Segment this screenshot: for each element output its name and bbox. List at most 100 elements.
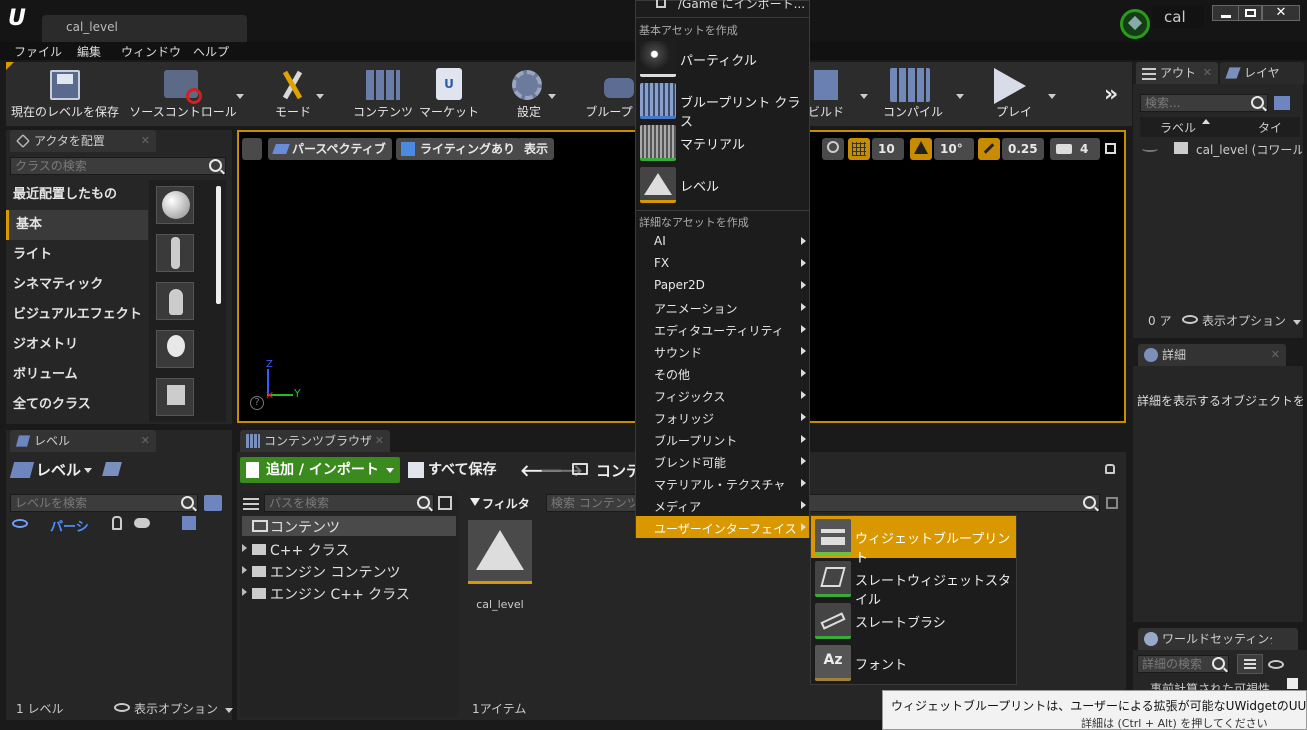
category-cinematic[interactable]: シネマティック xyxy=(6,270,148,300)
menu-item-12[interactable]: メディア xyxy=(636,494,809,516)
menu-item-blueprint-class[interactable]: ブループリント クラス xyxy=(636,80,809,130)
submenu-item-widget-blueprint[interactable]: ウィジェットブループリント xyxy=(811,516,1016,566)
close-icon[interactable]: ✕ xyxy=(141,430,150,452)
grid-snap-toggle[interactable] xyxy=(848,138,870,160)
filter-button[interactable]: フィルタ xyxy=(470,495,530,512)
submenu-item-font[interactable]: Az フォント xyxy=(811,642,1016,684)
viewport-options-button[interactable] xyxy=(242,138,262,160)
content-button[interactable]: コンテンツ xyxy=(352,64,414,124)
tab-place-actors[interactable]: アクタを配置 ✕ xyxy=(10,130,156,152)
expand-arrow-icon[interactable] xyxy=(242,566,247,574)
blueprint-button[interactable]: ブループ xyxy=(582,64,636,124)
tab-world-settings[interactable]: ワールドセッティング xyxy=(1138,628,1298,650)
menu-item-3[interactable]: アニメーション xyxy=(636,296,809,318)
tab-content-browser[interactable]: コンテンツブラウザ ✕ xyxy=(240,430,390,452)
source-control-status-icon[interactable] xyxy=(1120,9,1150,39)
save-level-button[interactable]: 現在のレベルを保存 xyxy=(10,64,120,124)
details-search-input[interactable]: 詳細の検索 xyxy=(1137,655,1229,673)
menu-item-10[interactable]: ブレンド可能 xyxy=(636,450,809,472)
menu-item-1[interactable]: FX xyxy=(636,252,809,274)
lock-icon[interactable] xyxy=(112,516,122,530)
menu-file[interactable]: ファイル xyxy=(14,43,62,60)
category-recent[interactable]: 最近配置したもの xyxy=(6,180,148,210)
level-search-input[interactable]: レベルを検索 xyxy=(10,494,198,512)
folder-cpp-classes[interactable]: C++ クラス xyxy=(242,539,456,559)
outliner-view-options[interactable]: 表示オプション xyxy=(1182,312,1301,329)
outliner-col-label[interactable]: ラベル xyxy=(1160,119,1196,136)
save-all-button[interactable]: すべて保存 xyxy=(404,457,504,483)
visibility-eye-icon[interactable] xyxy=(12,519,28,528)
path-breadcrumb[interactable]: コンテ xyxy=(572,460,641,481)
gamepad-icon[interactable] xyxy=(134,518,150,528)
menu-item-8[interactable]: フォリッジ xyxy=(636,406,809,428)
category-basic[interactable]: 基本 xyxy=(6,210,148,240)
outliner-col-type[interactable]: タイ xyxy=(1258,119,1282,136)
menu-item-material[interactable]: マテリアル xyxy=(636,122,809,164)
actor-item-character[interactable] xyxy=(156,234,194,272)
maximize-viewport-icon[interactable] xyxy=(1105,143,1116,154)
rotation-snap-value[interactable]: 10° xyxy=(934,138,974,160)
outliner-row-world[interactable]: cal_level (コワールト xyxy=(1140,140,1302,158)
submenu-item-slate-widget-style[interactable]: スレートウィジェットスタイル xyxy=(811,558,1016,608)
toolbar-overflow-icon[interactable]: » xyxy=(1104,82,1118,107)
actor-item-player-start[interactable] xyxy=(156,378,194,416)
class-search-input[interactable]: クラスの検索 xyxy=(10,157,226,175)
close-icon[interactable]: ✕ xyxy=(1271,344,1280,366)
menu-item-13[interactable]: ユーザーインターフェイス xyxy=(636,516,809,538)
expand-arrow-icon[interactable] xyxy=(242,544,247,552)
play-button[interactable]: プレイ xyxy=(984,64,1060,124)
scale-snap-toggle[interactable] xyxy=(978,138,1000,160)
folder-engine-content[interactable]: エンジン コンテンツ xyxy=(242,561,456,581)
menu-help[interactable]: ヘルプ xyxy=(193,43,229,60)
menu-item-2[interactable]: Paper2D xyxy=(636,274,809,296)
close-icon[interactable]: ✕ xyxy=(141,130,150,152)
settings-button[interactable]: 設定 xyxy=(500,64,558,124)
mode-button[interactable]: モード xyxy=(262,64,324,124)
scale-snap-value[interactable]: 0.25 xyxy=(1002,138,1044,160)
save-search-icon[interactable] xyxy=(1106,497,1118,509)
close-icon[interactable]: ✕ xyxy=(1203,62,1212,84)
tab-details[interactable]: 詳細 ✕ xyxy=(1138,344,1286,366)
visibility-eye-icon[interactable] xyxy=(1142,146,1158,152)
property-matrix-icon[interactable] xyxy=(1237,654,1263,674)
path-view-options-icon[interactable] xyxy=(438,496,452,510)
menu-item-7[interactable]: フィジックス xyxy=(636,384,809,406)
level-row[interactable]: パーシ xyxy=(10,514,222,535)
folder-engine-cpp[interactable]: エンジン C++ クラス xyxy=(242,583,456,603)
grid-snap-value[interactable]: 10 xyxy=(872,138,904,160)
menu-edit[interactable]: 編集 xyxy=(77,43,101,60)
asset-tile-cal-level[interactable] xyxy=(468,520,532,584)
close-icon[interactable]: ✕ xyxy=(375,430,384,452)
path-search-input[interactable]: パスを検索 xyxy=(264,494,434,512)
submenu-item-slate-brush[interactable]: スレートブラシ xyxy=(811,600,1016,642)
details-view-options-icon[interactable] xyxy=(1268,660,1284,669)
source-control-button[interactable]: ソースコントロール xyxy=(128,64,244,124)
category-lights[interactable]: ライト xyxy=(6,240,148,270)
category-all-classes[interactable]: 全てのクラス xyxy=(6,390,148,420)
folder-content[interactable]: コンテンツ xyxy=(242,516,456,536)
level-tab[interactable]: cal_level xyxy=(42,15,247,42)
minimize-button[interactable] xyxy=(1212,5,1240,21)
menu-item-4[interactable]: エディタユーティリティ xyxy=(636,318,809,340)
expand-arrow-icon[interactable] xyxy=(242,588,247,596)
import-to-game-item[interactable]: /Game にインポート... xyxy=(636,0,809,14)
menu-item-6[interactable]: その他 xyxy=(636,362,809,384)
levels-view-options[interactable]: 表示オプション xyxy=(114,700,233,717)
category-volumes[interactable]: ボリューム xyxy=(6,360,148,390)
menu-item-0[interactable]: AI xyxy=(636,230,809,252)
lighting-mode-button[interactable]: ライティングあり xyxy=(396,138,522,160)
marketplace-button[interactable]: U マーケット xyxy=(418,64,480,124)
close-button[interactable]: ✕ xyxy=(1262,5,1300,21)
rotation-snap-toggle[interactable] xyxy=(910,138,932,160)
precomputed-visibility-checkbox[interactable] xyxy=(1287,678,1298,689)
content-browser-lock-icon[interactable] xyxy=(1105,464,1115,474)
levels-dropdown[interactable]: レベル xyxy=(9,458,96,482)
menu-item-5[interactable]: サウンド xyxy=(636,340,809,362)
add-actor-icon[interactable] xyxy=(1274,96,1290,110)
perspective-button[interactable]: パースペクティブ xyxy=(268,138,392,160)
menu-window[interactable]: ウィンドウ xyxy=(121,43,181,60)
menu-item-11[interactable]: マテリアル・テクスチャ xyxy=(636,472,809,494)
save-level-row-icon[interactable] xyxy=(182,516,196,530)
add-import-button[interactable]: 追加 / インポート xyxy=(240,457,400,483)
actor-item-empty-actor[interactable] xyxy=(156,186,194,224)
